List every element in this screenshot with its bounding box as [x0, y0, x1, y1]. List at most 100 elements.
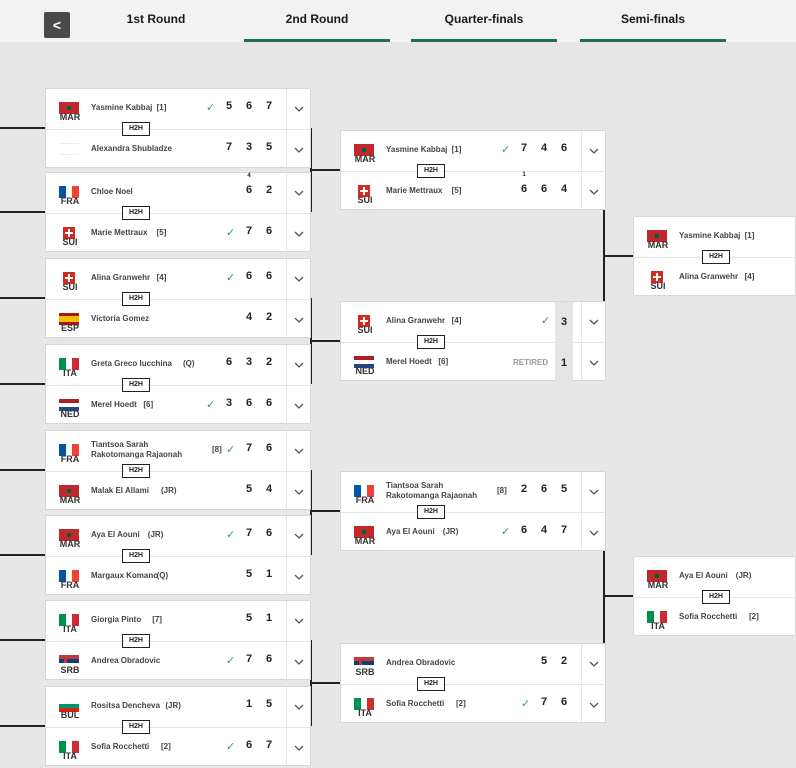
expand-button[interactable]: [581, 343, 605, 383]
player-row: MAR Aya El Aouni (JR) ✓ 6 4 7: [341, 512, 605, 553]
h2h-button[interactable]: H2H: [122, 549, 150, 563]
expand-button[interactable]: [286, 386, 310, 426]
player-seed: [8]: [212, 445, 222, 454]
player-name[interactable]: Sofia Rocchetti: [386, 699, 496, 709]
chevron-down-icon: [294, 489, 304, 495]
h2h-button[interactable]: H2H: [122, 378, 150, 392]
player-row: FRA Tiantsoa Sarah Rakotomanga Rajaonah [8…: [341, 472, 605, 512]
h2h-button[interactable]: H2H: [122, 464, 150, 478]
player-name[interactable]: Malak El Allami: [91, 486, 201, 496]
player-name[interactable]: Alina Granwehr: [386, 316, 496, 326]
set-score: 7: [520, 142, 528, 154]
chevron-down-icon: [294, 618, 304, 624]
chevron-down-icon: [589, 360, 599, 366]
chevron-down-icon: [294, 190, 304, 196]
set-score: 6: [245, 184, 253, 196]
country-code: FRA: [355, 495, 375, 505]
set-score: 6: [265, 442, 273, 454]
player-name[interactable]: Yasmine Kabbaj: [91, 103, 201, 113]
player-name[interactable]: Alina Granwehr: [91, 273, 201, 283]
expand-button[interactable]: [286, 214, 310, 254]
country-code: SUI: [62, 237, 78, 247]
match-card: FRA Chloe Noel 6 4 2 SUI Marie Mettraux [5] ✓ 7 6 H…: [45, 172, 311, 254]
winner-check-icon: ✓: [226, 655, 236, 667]
h2h-button[interactable]: H2H: [122, 634, 150, 648]
player-name[interactable]: Giorgia Pinto: [91, 615, 201, 625]
player-name[interactable]: Alexandra Shubladze: [91, 144, 201, 154]
chevron-down-icon: [294, 745, 304, 751]
h2h-button[interactable]: H2H: [417, 505, 445, 519]
player-name[interactable]: Sofia Rocchetti: [91, 742, 201, 752]
set-score: 2: [560, 655, 568, 667]
tiebreak-score: 4: [247, 173, 251, 179]
player-name[interactable]: Aya El Aouni: [91, 530, 201, 540]
country-code: BUL: [60, 710, 80, 720]
expand-button[interactable]: [581, 685, 605, 725]
player-row: BUL Rositsa Dencheva (JR) 1 5: [46, 687, 310, 727]
player-name[interactable]: Tiantsoa Sarah Rakotomanga Rajaonah: [91, 440, 201, 460]
expand-button[interactable]: [286, 516, 310, 556]
player-name[interactable]: Marie Mettraux: [91, 228, 201, 238]
player-name[interactable]: Chloe Noel: [91, 187, 201, 197]
player-name[interactable]: Tiantsoa Sarah Rakotomanga Rajaonah: [386, 481, 496, 501]
h2h-button[interactable]: H2H: [122, 206, 150, 220]
country-code: ITA: [63, 751, 77, 761]
h2h-button[interactable]: H2H: [122, 720, 150, 734]
set-score: 4: [265, 483, 273, 495]
chevron-down-icon: [589, 148, 599, 154]
h2h-button[interactable]: H2H: [417, 164, 445, 178]
expand-button[interactable]: [286, 472, 310, 512]
expand-button[interactable]: [286, 345, 310, 385]
chevron-down-icon: [294, 231, 304, 237]
set-score: 2: [265, 311, 273, 323]
player-name[interactable]: Sofia Rocchetti: [679, 612, 789, 622]
expand-button[interactable]: [286, 300, 310, 340]
expand-button[interactable]: [286, 687, 310, 727]
player-name[interactable]: Rositsa Dencheva: [91, 701, 201, 711]
player-seed: [4]: [451, 316, 462, 325]
expand-button[interactable]: [581, 644, 605, 684]
country-code: FRA: [60, 454, 80, 464]
country-code: SUI: [357, 195, 373, 205]
expand-button[interactable]: [286, 431, 310, 471]
h2h-button[interactable]: H2H: [122, 122, 150, 136]
h2h-button[interactable]: H2H: [417, 335, 445, 349]
expand-button[interactable]: [286, 601, 310, 641]
match-card: BUL Rositsa Dencheva (JR) 1 5 ITA Sofia Rocche…: [45, 686, 311, 768]
expand-button[interactable]: [581, 472, 605, 512]
player-name[interactable]: Yasmine Kabbaj: [386, 145, 496, 155]
player-seed: [6]: [143, 400, 154, 409]
player-name[interactable]: Margaux Komano: [91, 571, 201, 581]
player-name[interactable]: Aya El Aouni: [386, 527, 496, 537]
winner-check-icon: ✓: [226, 444, 236, 456]
set-score: 6: [540, 483, 548, 495]
chevron-down-icon: [589, 319, 599, 325]
tiebreak-score: 1: [522, 172, 526, 178]
set-score: 6: [520, 524, 528, 536]
h2h-button[interactable]: H2H: [417, 677, 445, 691]
expand-button[interactable]: [286, 89, 310, 129]
expand-button[interactable]: [286, 173, 310, 213]
expand-button[interactable]: [286, 728, 310, 768]
player-name[interactable]: Marie Mettraux: [386, 186, 496, 196]
h2h-button[interactable]: H2H: [702, 590, 730, 604]
player-name[interactable]: Aya El Aouni: [679, 571, 789, 581]
chevron-down-icon: [589, 189, 599, 195]
expand-button[interactable]: [286, 557, 310, 597]
h2h-button[interactable]: H2H: [702, 250, 730, 264]
country-code: FRA: [60, 580, 80, 590]
player-name[interactable]: Yasmine Kabbaj: [679, 231, 789, 241]
expand-button[interactable]: [581, 513, 605, 553]
set-score: 5: [245, 483, 253, 495]
expand-button[interactable]: [581, 131, 605, 171]
expand-button[interactable]: [286, 130, 310, 170]
expand-button[interactable]: [286, 642, 310, 682]
player-name[interactable]: Victoria Gomez: [91, 314, 201, 324]
expand-button[interactable]: [286, 259, 310, 299]
player-name[interactable]: Andrea Obradovic: [386, 658, 496, 668]
player-name[interactable]: Andrea Obradovic: [91, 656, 201, 666]
expand-button[interactable]: [581, 302, 605, 342]
h2h-button[interactable]: H2H: [122, 292, 150, 306]
expand-button[interactable]: [581, 172, 605, 212]
player-name[interactable]: Alina Granwehr: [679, 272, 789, 282]
